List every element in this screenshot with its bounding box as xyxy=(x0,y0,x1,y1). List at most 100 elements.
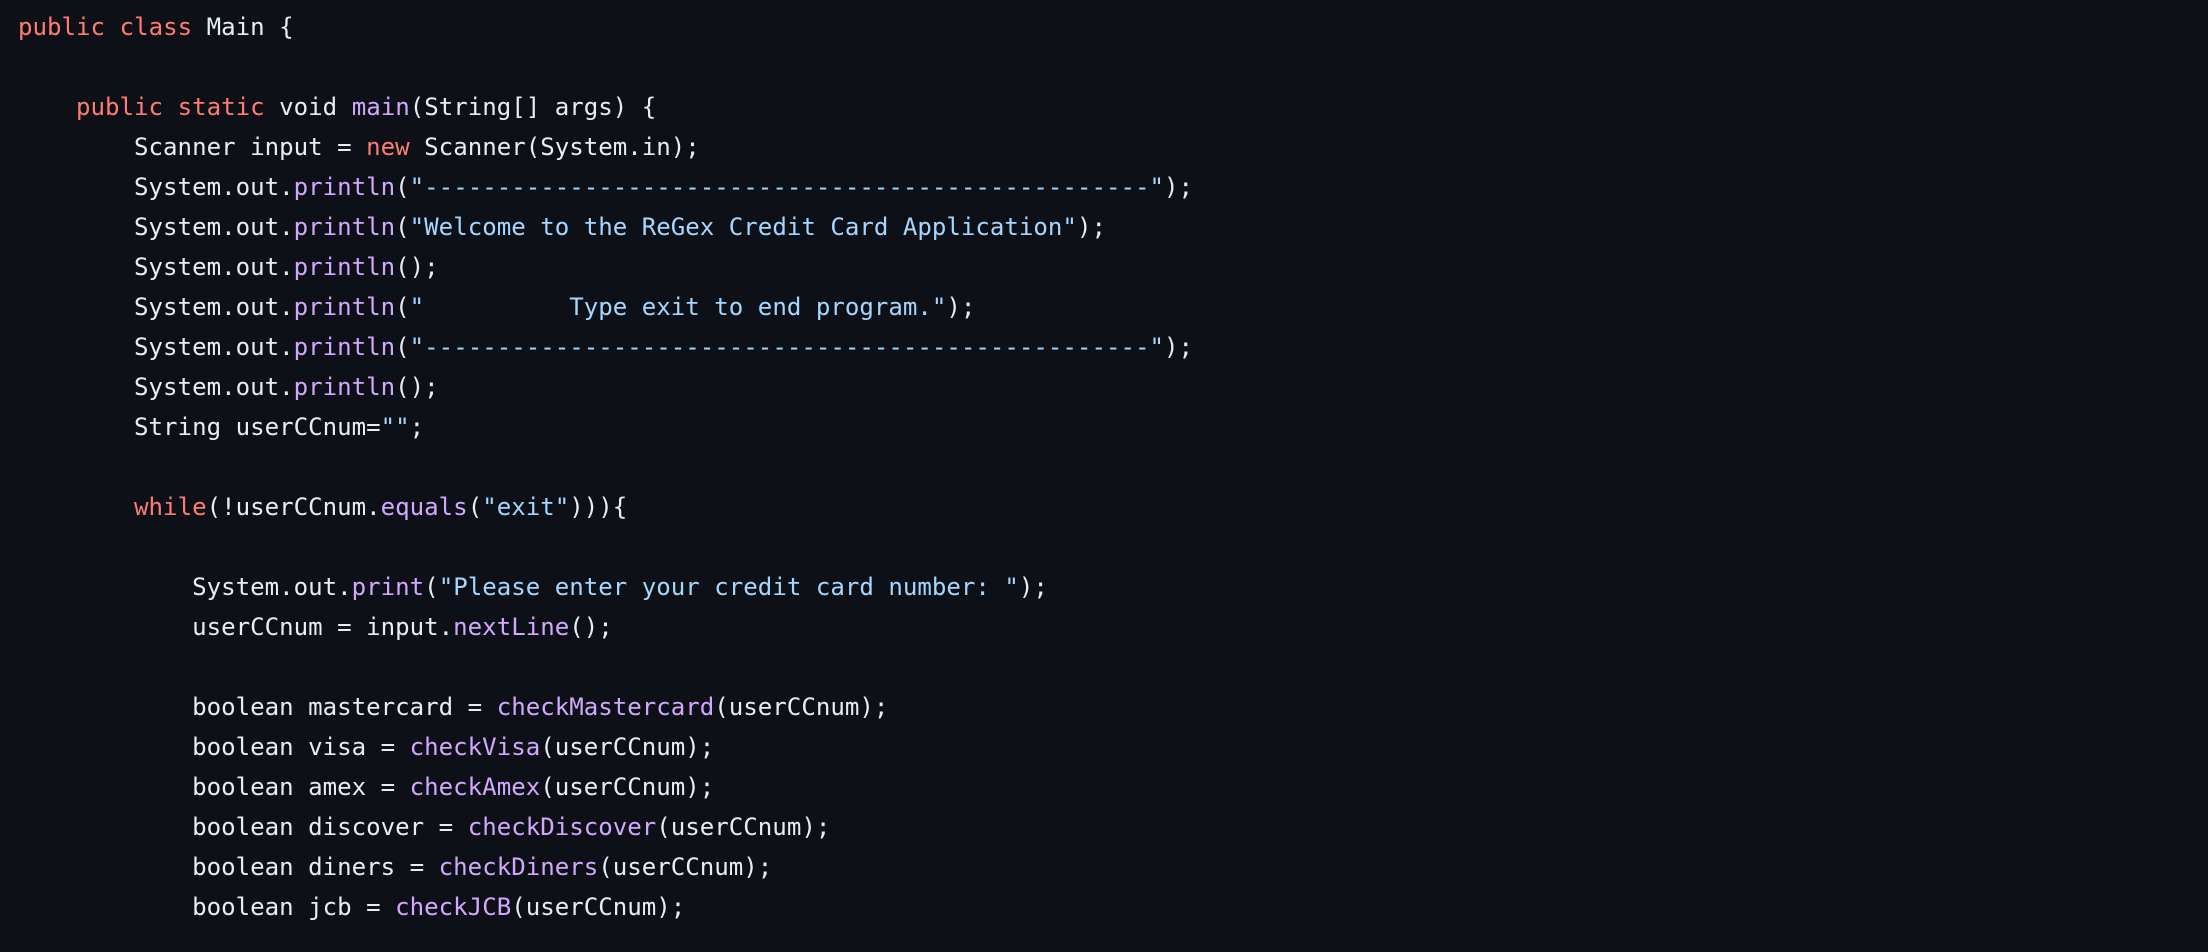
function-token: checkDiners xyxy=(438,853,599,881)
keyword-token: static xyxy=(177,93,265,121)
keyword-token: while xyxy=(134,493,207,521)
code-line: userCCnum = input.nextLine(); xyxy=(18,607,2208,647)
code-token: Main { xyxy=(192,13,294,41)
string-token: "Please enter your credit card number: " xyxy=(438,573,1019,601)
code-token: ( xyxy=(395,293,410,321)
function-token: println xyxy=(293,333,396,361)
code-line: System.out.println("Welcome to the ReGex… xyxy=(18,207,2208,247)
code-token: ))){ xyxy=(569,493,628,521)
code-token: (String[] args) { xyxy=(409,93,657,121)
code-line: System.out.println(" Type exit to end pr… xyxy=(18,287,2208,327)
function-token: println xyxy=(293,173,396,201)
code-line: boolean discover = checkDiscover(userCCn… xyxy=(18,807,2208,847)
function-token: nextLine xyxy=(453,613,570,641)
code-line: boolean amex = checkAmex(userCCnum); xyxy=(18,767,2208,807)
code-token: ( xyxy=(395,213,410,241)
code-line: boolean jcb = checkJCB(userCCnum); xyxy=(18,887,2208,927)
code-token: boolean amex = xyxy=(18,773,410,801)
string-token: "exit" xyxy=(482,493,570,521)
function-token: checkMastercard xyxy=(496,693,715,721)
code-token: System.out. xyxy=(18,573,352,601)
code-token: (userCCnum); xyxy=(714,693,889,721)
function-token: print xyxy=(351,573,425,601)
code-token: String userCCnum= xyxy=(18,413,381,441)
code-token: (userCCnum); xyxy=(656,813,831,841)
code-token: System.out. xyxy=(18,293,294,321)
keyword-token: public xyxy=(18,13,106,41)
function-token: checkVisa xyxy=(409,733,541,761)
code-token: (!userCCnum. xyxy=(206,493,381,521)
keyword-token: class xyxy=(119,13,193,41)
code-token: ( xyxy=(467,493,483,521)
code-token: ); xyxy=(1018,573,1048,601)
keyword-token: public xyxy=(76,93,164,121)
code-token: (userCCnum); xyxy=(598,853,773,881)
string-token: "---------------------------------------… xyxy=(409,333,1164,361)
code-token: (); xyxy=(395,373,439,401)
code-token: (); xyxy=(569,613,613,641)
code-token: (userCCnum); xyxy=(540,733,715,761)
code-token: ( xyxy=(424,573,439,601)
code-token: boolean discover = xyxy=(18,813,468,841)
code-line: System.out.print("Please enter your cred… xyxy=(18,567,2208,607)
function-token: println xyxy=(293,213,396,241)
code-token: ( xyxy=(395,173,410,201)
function-token: println xyxy=(293,293,396,321)
code-token: System.out. xyxy=(18,373,294,401)
code-token: boolean visa = xyxy=(18,733,410,761)
code-token: boolean diners = xyxy=(18,853,439,881)
code-line: boolean diners = checkDiners(userCCnum); xyxy=(18,847,2208,887)
code-token: System.out. xyxy=(18,333,294,361)
code-token: ); xyxy=(946,293,976,321)
code-token: System.out. xyxy=(18,173,294,201)
code-token: ( xyxy=(395,333,410,361)
function-token: checkJCB xyxy=(395,893,512,921)
code-token: ); xyxy=(1163,173,1193,201)
keyword-token: new xyxy=(366,133,410,161)
code-token: Scanner(System.in); xyxy=(409,133,700,161)
code-token: (); xyxy=(395,253,439,281)
code-line: String userCCnum=""; xyxy=(18,407,2208,447)
code-token: boolean mastercard = xyxy=(18,693,497,721)
code-token: void xyxy=(264,93,352,121)
function-token: println xyxy=(293,253,396,281)
code-line: System.out.println("--------------------… xyxy=(18,327,2208,367)
code-line: public class Main { xyxy=(18,7,2208,47)
function-token: println xyxy=(293,373,396,401)
code-line: System.out.println(); xyxy=(18,247,2208,287)
code-token: (userCCnum); xyxy=(511,893,686,921)
code-line: public static void main(String[] args) { xyxy=(18,87,2208,127)
code-token: ); xyxy=(1163,333,1193,361)
code-token: System.out. xyxy=(18,213,294,241)
code-line: boolean visa = checkVisa(userCCnum); xyxy=(18,727,2208,767)
code-token: Scanner input = xyxy=(18,133,367,161)
string-token: " Type exit to end program." xyxy=(409,293,947,321)
code-editor[interactable]: public class Main { public static void m… xyxy=(0,0,2208,952)
function-token: checkAmex xyxy=(409,773,541,801)
code-token: ; xyxy=(409,413,425,441)
string-token: "" xyxy=(380,413,410,441)
code-token: ); xyxy=(1076,213,1106,241)
code-token: boolean jcb = xyxy=(18,893,396,921)
code-line: Scanner input = new Scanner(System.in); xyxy=(18,127,2208,167)
code-line: System.out.println("--------------------… xyxy=(18,167,2208,207)
function-token: main xyxy=(351,93,410,121)
code-line: boolean mastercard = checkMastercard(use… xyxy=(18,687,2208,727)
code-line: System.out.println(); xyxy=(18,367,2208,407)
string-token: "---------------------------------------… xyxy=(409,173,1164,201)
code-token: (userCCnum); xyxy=(540,773,715,801)
function-token: checkDiscover xyxy=(467,813,657,841)
code-line: while(!userCCnum.equals("exit"))){ xyxy=(18,487,2208,527)
string-token: "Welcome to the ReGex Credit Card Applic… xyxy=(409,213,1077,241)
function-token: equals xyxy=(380,493,468,521)
code-token: userCCnum = input. xyxy=(18,613,454,641)
code-token: System.out. xyxy=(18,253,294,281)
